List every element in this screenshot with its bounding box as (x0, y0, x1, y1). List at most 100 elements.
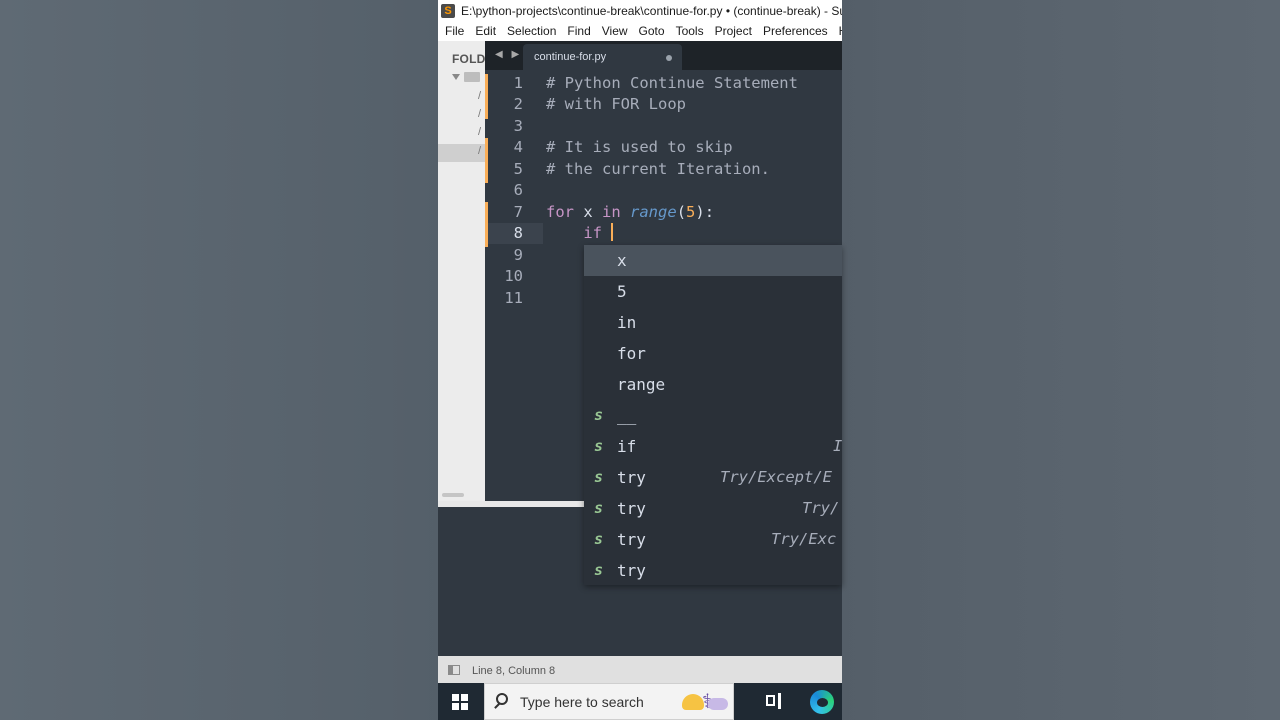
sidebar-item[interactable]: / (478, 126, 481, 138)
line-number-active: 8 (513, 224, 523, 242)
line-number: 5 (513, 160, 523, 178)
keyword-in: in (602, 203, 621, 221)
task-view-icon[interactable] (766, 693, 784, 709)
line-number: 1 (513, 74, 523, 92)
completion-trigger: for (617, 344, 646, 363)
menu-file[interactable]: File (438, 24, 464, 38)
completion-trigger: if (617, 437, 637, 456)
completion-item[interactable]: in (584, 307, 842, 338)
code-line-2[interactable]: # with FOR Loop (546, 94, 686, 115)
menu-bar: File Edit Selection Find View Goto Tools… (438, 21, 842, 42)
code-line-5[interactable]: # the current Iteration. (546, 159, 770, 180)
completion-trigger: try (617, 499, 646, 518)
status-bar: Line 8, Column 8 (438, 656, 842, 683)
menu-preferences[interactable]: Preferences (756, 24, 828, 38)
completion-trigger: try (617, 468, 646, 487)
variable: x (574, 203, 602, 221)
completion-item[interactable]: s try (584, 555, 842, 585)
text-cursor (611, 223, 614, 241)
keyword-if: if (583, 224, 602, 242)
completion-trigger: 5 (617, 282, 627, 301)
line-number: 4 (513, 138, 523, 156)
line-number: 6 (513, 181, 523, 199)
comment: # Python Continue Statement (546, 74, 798, 92)
completion-trigger: in (617, 313, 637, 332)
sidebar-folders-header: FOLD (452, 52, 485, 66)
line-number: 2 (513, 95, 523, 113)
window-title: E:\python-projects\continue-break\contin… (461, 3, 842, 18)
windows-start-icon[interactable] (452, 694, 468, 710)
completion-item[interactable]: range (584, 369, 842, 400)
number-literal: 5 (686, 203, 696, 221)
menu-goto[interactable]: Goto (632, 24, 665, 38)
sidebar-scrollbar[interactable] (442, 493, 464, 497)
menu-help[interactable]: He (832, 24, 842, 38)
completion-item-selected[interactable]: x (584, 245, 842, 276)
tab-label: continue-for.py (534, 51, 607, 63)
tab-continue-for[interactable]: continue-for.py (523, 44, 682, 70)
completion-annotation: Try/Except/E (720, 468, 832, 486)
title-bar: S E:\python-projects\continue-break\cont… (438, 0, 842, 21)
sidebar-item[interactable]: / (478, 90, 481, 102)
autocomplete-popup[interactable]: x 5 in for range s __ s if I s try Try/Except… (584, 245, 842, 585)
line-number: 11 (504, 289, 523, 307)
completion-annotation: Try/Exc (771, 530, 837, 548)
snippet-kind-icon: s (594, 530, 604, 548)
completion-item[interactable]: for (584, 338, 842, 369)
cursor-position: Line 8, Column 8 (472, 665, 556, 677)
unsaved-dot-icon[interactable] (666, 55, 672, 61)
folder-icon[interactable] (464, 72, 480, 82)
line-number: 7 (513, 203, 523, 221)
keyword-for: for (546, 203, 574, 221)
completion-item[interactable]: 5 (584, 276, 842, 307)
code-line-1[interactable]: # Python Continue Statement (546, 73, 798, 94)
sidebar-item[interactable]: / (478, 145, 481, 157)
menu-edit[interactable]: Edit (468, 24, 496, 38)
code-line-8[interactable]: if (546, 223, 614, 244)
builtin-range: range (630, 203, 677, 221)
code-line-4[interactable]: # It is used to skip (546, 137, 733, 158)
completion-item[interactable]: s __ (584, 400, 842, 431)
menu-selection[interactable]: Selection (500, 24, 556, 38)
windows-taskbar: Type here to search ⚕ (438, 683, 842, 720)
line-number: 9 (513, 246, 523, 264)
completion-trigger: try (617, 530, 646, 549)
completion-item[interactable]: s if I (584, 431, 842, 462)
comment: # the current Iteration. (546, 160, 770, 178)
expand-triangle-icon[interactable] (452, 74, 460, 80)
tab-bar: ◀ ▶ continue-for.py (485, 41, 842, 70)
menu-project[interactable]: Project (708, 24, 752, 38)
search-highlight-icon[interactable]: ⚕ (680, 688, 732, 716)
line-number: 10 (504, 267, 523, 285)
completion-trigger: __ (617, 406, 637, 425)
code-line-7[interactable]: for x in range(5): (546, 202, 714, 223)
snippet-kind-icon: s (594, 499, 604, 517)
snippet-kind-icon: s (594, 437, 604, 455)
completion-annotation: I (833, 437, 842, 455)
tab-nav-arrows-icon[interactable]: ◀ ▶ (495, 49, 522, 60)
edge-browser-icon[interactable] (810, 690, 834, 714)
snippet-kind-icon: s (594, 468, 604, 486)
paren-open: ( (676, 203, 687, 221)
panel-toggle-icon[interactable] (448, 665, 460, 675)
line-number: 3 (513, 117, 523, 135)
menu-tools[interactable]: Tools (669, 24, 704, 38)
search-placeholder: Type here to search (520, 694, 644, 710)
completion-trigger: try (617, 561, 646, 580)
completion-trigger: x (617, 251, 627, 270)
menu-find[interactable]: Find (560, 24, 590, 38)
taskbar-search-box[interactable]: Type here to search ⚕ (484, 683, 734, 720)
sublime-logo-icon: S (441, 3, 455, 18)
snippet-kind-icon: s (594, 406, 604, 424)
completion-item[interactable]: s try Try/Except/E (584, 462, 842, 493)
completion-item[interactable]: s try Try/Exc (584, 524, 842, 555)
snippet-kind-icon: s (594, 561, 604, 579)
line-number-gutter: 1 2 3 4 5 6 7 8 9 10 11 (485, 70, 535, 501)
completion-item[interactable]: s try Try/ (584, 493, 842, 524)
menu-view[interactable]: View (595, 24, 628, 38)
sidebar-item[interactable]: / (478, 108, 481, 120)
completion-trigger: range (617, 375, 666, 394)
